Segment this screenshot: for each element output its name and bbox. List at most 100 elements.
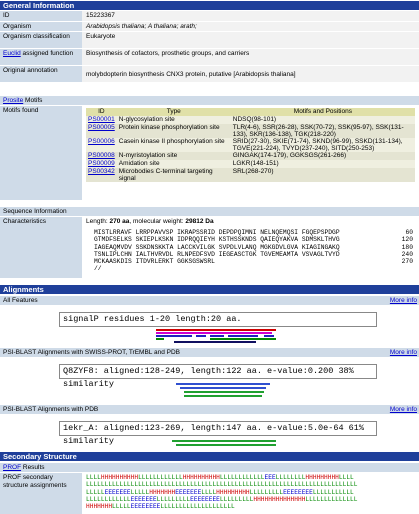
feature-bar-magenta [156,332,272,334]
signalp-query-box[interactable]: signalP residues 1-20 length:20 aa. [59,312,377,327]
motif-row: PS00001 N-glycosylation site NDSQ(98-101) [86,116,415,124]
motif-row: PS00009 Amidation site LGKR(148-151) [86,160,415,168]
sequence-header: Sequence Information [0,207,419,216]
feature-bar-blue-5 [264,335,274,337]
motif-id-link[interactable]: PS00008 [88,152,115,159]
classification-value: Eukaryote [82,32,419,48]
motif-body: PS00001 N-glycosylation site NDSQ(98-101) P… [86,116,415,182]
sp-more-info[interactable]: More info [390,348,417,357]
prof-results-title: Results [22,464,45,471]
mw-prefix: , molecular weight: [129,218,186,225]
motif-id-link[interactable]: PS00342 [88,168,115,175]
prosite-title: Motifs [25,97,43,104]
annotation-value: molybdopterin biosynthesis CNX3 protein,… [82,66,419,82]
length-value: 270 aa [109,218,130,225]
sequence-numbers: 60 120 180 240 270 [402,229,413,265]
classification-row: Organism classification Eukaryote [0,32,419,49]
col-id: ID [86,108,117,116]
feature-bar-blue-1 [156,335,192,337]
prof-row: PROF secondary structure assignments LLL… [0,473,419,514]
all-features-header: All Features More info [0,296,419,305]
id-label: ID [0,11,82,21]
sp-query-box[interactable]: Q8ZYF8: aligned:128-249, length:122 aa. … [59,364,377,389]
motif-type: N-glycosylation site [116,116,231,124]
pdb-more-info[interactable]: More info [390,405,417,414]
pdb-query-box[interactable]: 1ekr_A: aligned:123-269, length:147 aa. … [59,421,377,446]
sequence-line: MCKAASKDIS ITDVRLERKT GGKSGSWSRL [94,258,215,266]
id-row: ID 15223367 [0,11,419,22]
motif-id-link[interactable]: PS00005 [88,124,115,131]
motifs-table: ID Type Motifs and Positions PS00001 N-gl… [86,108,415,182]
motif-type: Protein kinase phosphorylation site [116,124,231,138]
motif-row: PS00006 Casein kinase II phosphorylation … [86,138,415,152]
motif-id-link[interactable]: PS00009 [88,160,115,167]
motif-id-link[interactable]: PS00006 [88,138,115,145]
pdb-hit-bar-2 [176,444,276,446]
sequence-lines: MISTLRRAVF LRRPPAVVSP IKRAPSSRID DEPDPQI… [94,229,415,265]
motif-positions: LGKR(148-151) [230,160,415,168]
feature-bar-green-1 [156,338,164,340]
motif-row: PS00008 N-myristoylation site GINGAK(174-1… [86,152,415,160]
sequence-position: 240 [401,250,413,258]
sequence-row: Characteristics Length: 270 aa, molecula… [0,217,419,278]
sequence-line: TSNLIPLCHN IALTHVRVDL RLNPEDFSVD IEGEASC… [94,250,340,258]
general-info-table: ID 15223367 Organism Arabidopsis thaliana;… [0,11,419,83]
motif-id-cell: PS00342 [86,168,117,182]
motif-id-cell: PS00008 [86,152,117,160]
motif-row: PS00005 Protein kinase phosphorylation si… [86,124,415,138]
all-features-more-info[interactable]: More info [390,296,417,305]
motif-positions: SRID(27-30), SKIE(71-74), SKND(96-99), S… [230,138,415,152]
pdb-hit-bar-1 [172,440,276,442]
motif-id-cell: PS00001 [86,116,117,124]
all-features-title: All Features [3,297,38,304]
euclid-link[interactable]: Euclid [3,50,21,57]
signalp-query-text: signalP residues 1-20 length:20 aa. [63,314,242,324]
prof-line: LLLLLLLLLLLLLLLLLLLLLLLLLLLLLLLLLLLLLLLL… [86,481,358,489]
motifs-found-row: Motifs found ID Type Motifs and Position… [0,106,419,200]
motifs-found-label: Motifs found [0,106,82,200]
sp-hit-bar-2 [180,387,266,389]
prosite-header: Prosite Motifs [0,96,419,105]
annotation-row: Original annotation molybdopterin biosynt… [0,66,419,83]
prof-results-header: PROF Results [0,463,419,472]
sequence-line: IAGEAQMVDV SSKDNSKKTA LACCKVILGK SVPDLVL… [94,243,340,251]
prof-link[interactable]: PROF [3,464,21,471]
classification-label: Organism classification [0,32,82,48]
organism-label: Organism [0,21,82,31]
sequence-position: 120 [401,236,413,244]
feature-bar-blue-2 [196,335,206,337]
feature-bar-blue-3 [210,335,224,337]
motifs-table-head: ID Type Motifs and Positions [86,108,415,116]
mw-value: 29812 Da [185,218,214,225]
annotation-label: Original annotation [0,66,82,82]
organism-row: Organism Arabidopsis thaliana; A thaliana… [0,21,419,32]
sequence-end: // [94,265,102,273]
feature-bar-green-2 [210,338,276,340]
motif-id-cell: PS00009 [86,160,117,168]
euclid-row: Euclid assigned function Biosynthesis of … [0,49,419,66]
prof-assignments: LLLLHHHHHHHHHHLLLLLLLLLLLLHHHHHHHHHHLLLL… [82,473,419,514]
sp-hit-bar-3 [184,391,264,393]
sp-hit-bar-4 [184,395,262,397]
motif-id-cell: PS00005 [86,124,117,138]
feature-bar-navy [174,341,256,343]
general-info-header: General Information [0,1,419,10]
motif-type: Casein kinase II phosphorylation site [116,138,231,152]
feature-bar-red [156,329,276,331]
motif-type: N-myristoylation site [116,152,231,160]
secondary-header: Secondary Structure [0,452,419,461]
id-value: 15223367 [82,11,419,21]
motif-positions: GINGAK(174-179), GGKSGS(261-266) [230,152,415,160]
sequence-position: 180 [401,243,413,251]
motif-id-link[interactable]: PS00001 [88,116,115,123]
motifs-table-wrap: ID Type Motifs and Positions PS00001 N-gl… [82,106,419,200]
sequence-body: Length: 270 aa, molecular weight: 29812 … [82,217,419,278]
characteristics-label: Characteristics [0,217,82,278]
prosite-link[interactable]: Prosite [3,97,23,104]
pdb-alignments-title: PSI-BLAST Alignments with PDB [3,406,99,413]
col-type: Type [116,108,231,116]
euclid-value: Biosynthesis of cofactors, prosthetic gr… [82,49,419,65]
motif-positions: SRL(268-270) [230,168,415,182]
prof-line: LLLLHHHHHHHHHHLLLLLLLLLLLLHHHHHHHHHHLLLL… [86,474,354,481]
sequence-position: 60 [405,229,413,236]
